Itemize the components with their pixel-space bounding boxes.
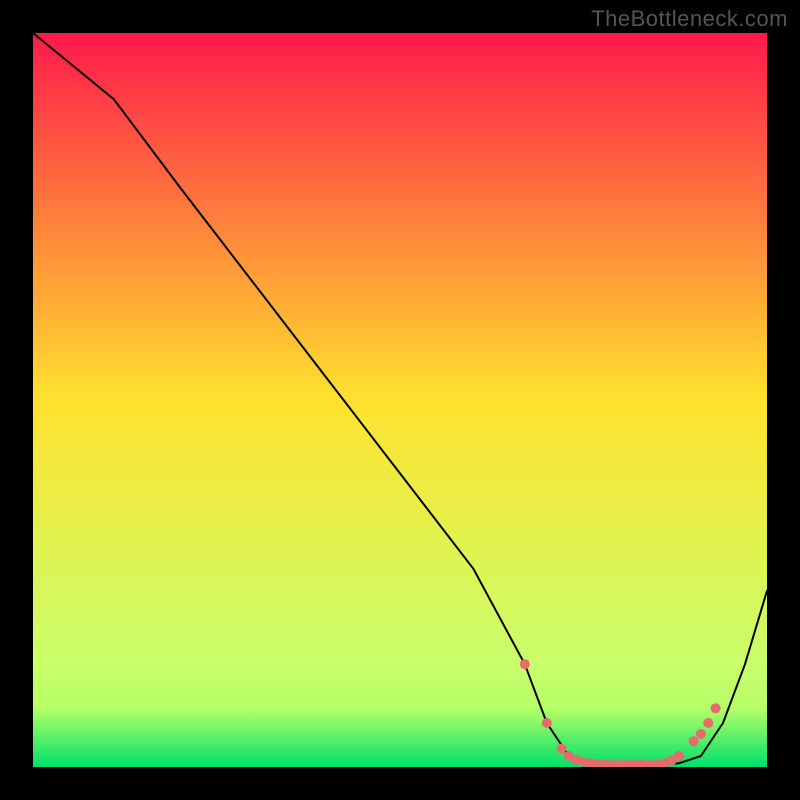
highlight-dot bbox=[674, 751, 684, 761]
highlight-dot bbox=[696, 729, 706, 739]
gradient-background bbox=[33, 33, 767, 767]
chart-container: { "watermark": "TheBottleneck.com", "col… bbox=[0, 0, 800, 800]
highlight-dot bbox=[711, 703, 721, 713]
plot-svg bbox=[33, 33, 767, 767]
plot-area bbox=[33, 33, 767, 767]
highlight-dot bbox=[557, 744, 567, 754]
highlight-dot bbox=[542, 718, 552, 728]
highlight-dot bbox=[703, 718, 713, 728]
watermark-text: TheBottleneck.com bbox=[591, 6, 788, 32]
highlight-dot bbox=[689, 736, 699, 746]
highlight-dot bbox=[520, 659, 530, 669]
